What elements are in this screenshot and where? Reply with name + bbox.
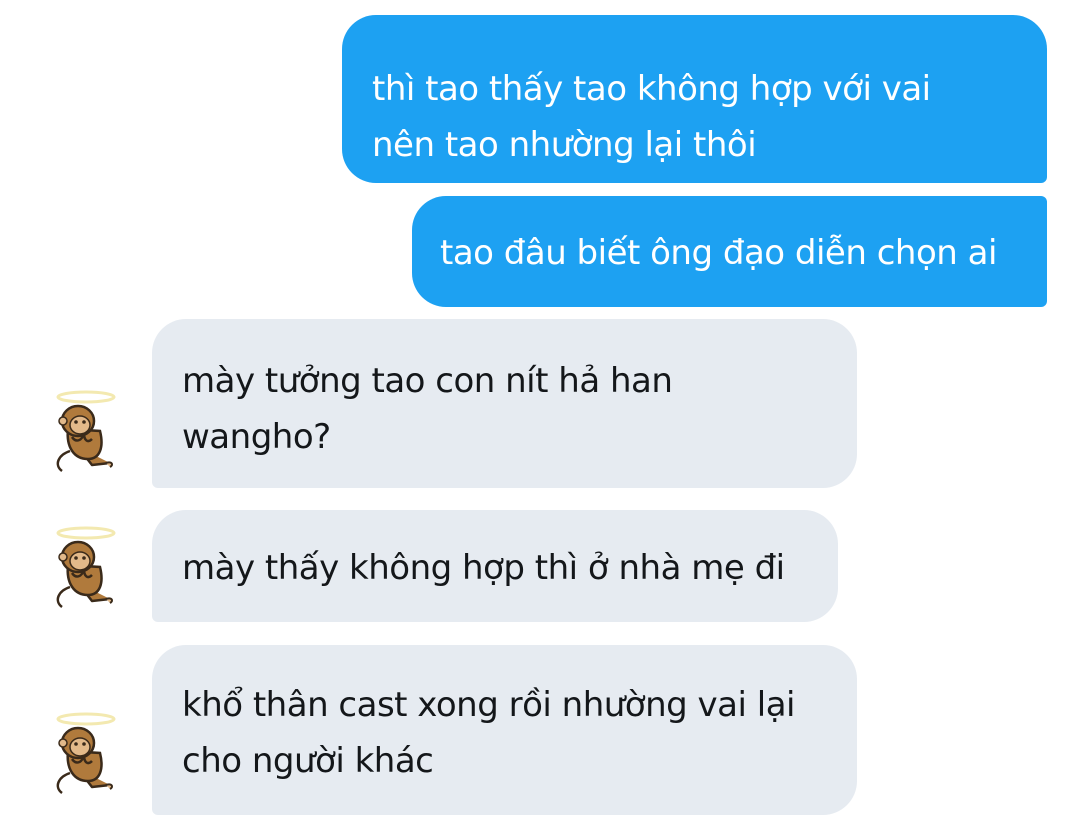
message-bubble-received[interactable]: mày thấy không hợp thì ở nhà mẹ đi — [152, 510, 838, 622]
message-text: cho người khác — [182, 741, 434, 781]
message-bubble-sent[interactable]: thì tao thấy tao không hợp với vai nên t… — [342, 15, 1047, 183]
monkey-avatar-icon[interactable] — [48, 707, 124, 797]
message-text: thì tao thấy tao không hợp với vai — [372, 69, 931, 109]
message-bubble-received[interactable]: mày tưởng tao con nít hả han wangho? — [152, 319, 857, 488]
message-text: mày thấy không hợp thì ở nhà mẹ đi — [182, 548, 785, 588]
monkey-avatar-icon[interactable] — [48, 521, 124, 611]
message-text: tao đâu biết ông đạo diễn chọn ai — [440, 233, 997, 273]
message-text: nên tao nhường lại thôi — [372, 125, 757, 165]
message-text: wangho? — [182, 417, 331, 457]
message-text: khổ thân cast xong rồi nhường vai lại — [182, 685, 795, 725]
message-bubble-sent[interactable]: tao đâu biết ông đạo diễn chọn ai — [412, 196, 1047, 307]
monkey-avatar-icon[interactable] — [48, 385, 124, 475]
message-text: mày tưởng tao con nít hả han — [182, 361, 673, 401]
message-bubble-received[interactable]: khổ thân cast xong rồi nhường vai lại ch… — [152, 645, 857, 815]
